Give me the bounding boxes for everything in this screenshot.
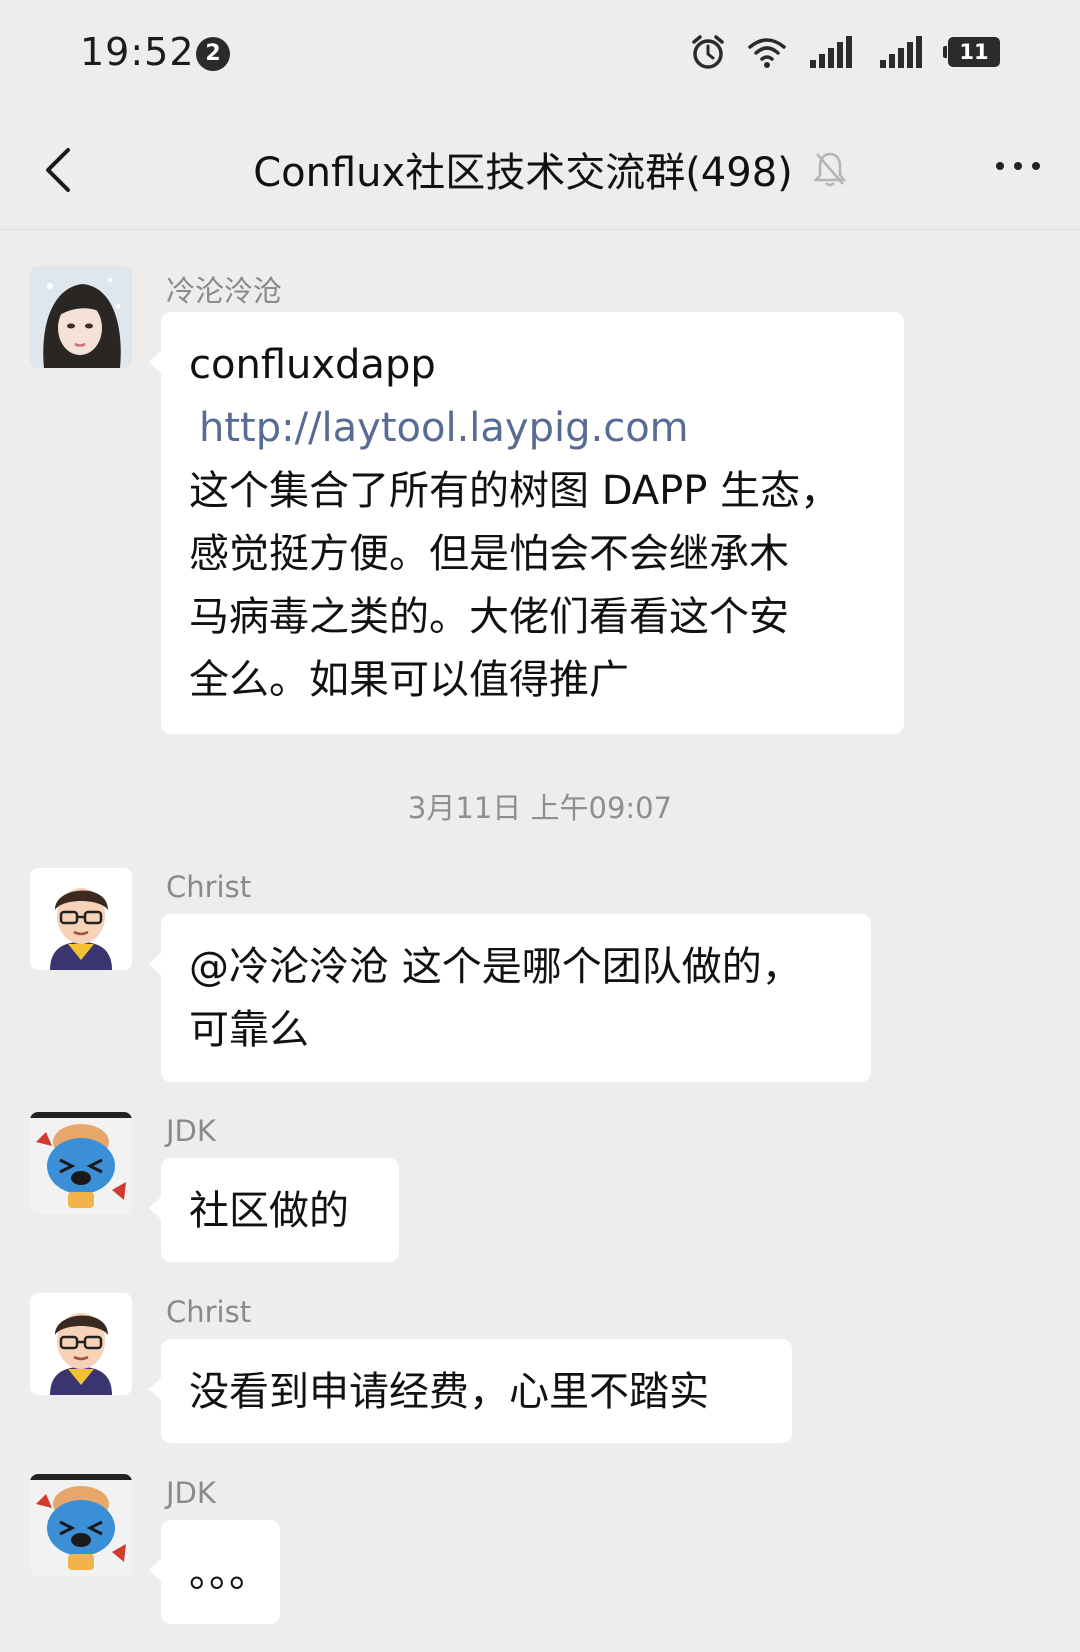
sender-name: JDK — [166, 1114, 216, 1148]
message-text: 没看到申请经费，心里不踏实 — [189, 1369, 709, 1415]
wifi-icon — [748, 38, 786, 68]
message-text: 感觉挺方便。但是怕会不会继承木 — [189, 531, 789, 577]
message-bubble[interactable]: 没看到申请经费，心里不踏实 — [149, 1339, 792, 1443]
message-text: @冷沦泠沧 这个是哪个团队做的， — [189, 944, 802, 990]
message-bubble[interactable]: 社区做的 — [149, 1158, 399, 1262]
message-text: 这个集合了所有的树图 DAPP 生态， — [189, 468, 841, 514]
signal-1-icon — [810, 36, 852, 68]
sender-name: 冷沦泠沧 — [166, 274, 283, 308]
message-bubble[interactable]: confluxdapp http://laytool.laypig.com 这个… — [149, 312, 904, 734]
avatar[interactable] — [30, 1112, 132, 1214]
sender-name: Christ — [166, 870, 252, 904]
more-dots-icon[interactable] — [996, 162, 1040, 170]
notification-badge: 2 — [196, 37, 230, 71]
message-text: 全么。如果可以值得推广 — [189, 657, 629, 703]
avatar[interactable] — [30, 1293, 132, 1395]
avatar[interactable] — [30, 1474, 132, 1576]
bell-muted-icon — [813, 152, 847, 187]
chat-title: Conflux社区技术交流群(498) — [253, 150, 793, 196]
avatar[interactable] — [30, 868, 132, 970]
alarm-icon — [692, 35, 724, 69]
battery-icon: 11 — [943, 37, 1000, 67]
message-text: 可靠么 — [189, 1007, 309, 1053]
message-timestamp: 3月11日 上午09:07 — [407, 791, 673, 825]
chat-title-wrap: Conflux社区技术交流群(498) — [0, 140, 1080, 198]
message-link[interactable]: http://laytool.laypig.com — [189, 397, 876, 460]
sender-name: JDK — [166, 1476, 216, 1510]
message-text: 马病毒之类的。大佬们看看这个安 — [189, 594, 789, 640]
sender-name: Christ — [166, 1295, 252, 1329]
avatar[interactable] — [30, 266, 132, 368]
message-bubble[interactable]: 。。。 — [149, 1520, 280, 1624]
status-bar: 19:52 2 11 — [0, 0, 1080, 110]
message-text: 社区做的 — [189, 1188, 349, 1234]
chat-header: Conflux社区技术交流群(498) — [0, 110, 1080, 230]
status-icons: 11 — [690, 34, 1000, 70]
signal-2-icon — [880, 36, 922, 68]
status-time: 19:52 — [80, 30, 195, 74]
message-text: confluxdapp — [189, 342, 436, 388]
message-bubble[interactable]: @冷沦泠沧 这个是哪个团队做的， 可靠么 — [149, 914, 871, 1082]
message-text: 。。。 — [189, 1550, 269, 1596]
